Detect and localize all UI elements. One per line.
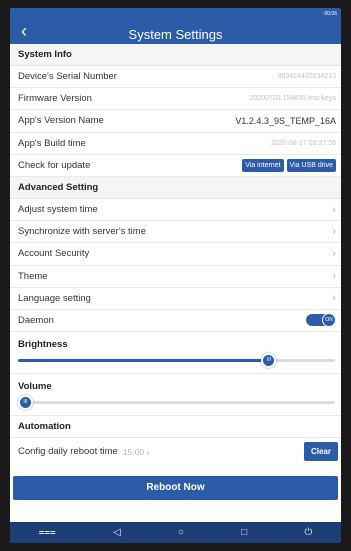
sync-time-label: Synchronize with server's time <box>18 226 146 238</box>
language-label: Language setting <box>18 292 91 304</box>
daemon-label: Daemon <box>18 314 54 326</box>
power-icon[interactable]: ⏻ <box>304 527 312 538</box>
brightness-label: Brightness <box>18 339 68 351</box>
app-version-value: V1.2.4.3_9S_TEMP_16A <box>235 115 336 126</box>
brightness-thumb[interactable]: III <box>261 353 277 369</box>
clear-button[interactable]: Clear <box>303 442 338 462</box>
settings-content: System Info Device's Serial Number 86342… <box>10 44 341 466</box>
chevron-right-icon: › <box>332 270 336 283</box>
via-internet-button[interactable]: Via internet <box>242 158 284 172</box>
firmware-label: Firmware Version <box>18 93 92 105</box>
section-advanced: Advanced Setting <box>10 176 341 199</box>
chevron-right-icon: › <box>332 225 336 238</box>
firmware-value: 20200703.154635 test-keys <box>249 95 336 103</box>
reboot-now-button[interactable]: Reboot Now <box>13 476 338 500</box>
section-system-info: System Info <box>10 44 341 66</box>
theme-row[interactable]: Theme › <box>10 266 341 288</box>
app-version-row: App's Version Name V1.2.4.3_9S_TEMP_16A <box>10 110 341 133</box>
theme-label: Theme <box>18 270 48 282</box>
build-time-label: App's Build time <box>18 137 86 149</box>
account-security-label: Account Security <box>18 248 90 260</box>
page-title: System Settings <box>128 27 223 42</box>
build-time-row: App's Build time 2020-08-17 09:37:56 <box>10 133 341 155</box>
volume-block: Volume III <box>10 374 341 417</box>
via-usb-button[interactable]: Via USB drive <box>286 158 336 172</box>
settings-screen: ◌ 00:06 ‹ System Settings System Info De… <box>10 8 341 543</box>
section-automation: Automation <box>10 416 341 439</box>
chevron-right-icon: › <box>332 247 336 260</box>
reboot-time-value[interactable]: 15:00 › <box>123 447 149 457</box>
status-time: 00:06 <box>324 11 337 17</box>
sync-time-row[interactable]: Synchronize with server's time › <box>10 221 341 244</box>
brightness-fill <box>18 359 269 363</box>
build-time-value: 2020-08-17 09:37:56 <box>271 139 336 147</box>
volume-thumb[interactable]: III <box>18 395 33 411</box>
brightness-slider[interactable]: III <box>18 353 335 369</box>
serial-number-value: 863424400234210 <box>277 73 336 81</box>
volume-label: Volume <box>18 381 52 393</box>
top-bar: ◌ 00:06 ‹ System Settings <box>10 8 341 44</box>
chevron-right-icon: › <box>332 203 336 216</box>
language-row[interactable]: Language setting › <box>10 288 341 310</box>
serial-number-row: Device's Serial Number 863424400234210 <box>10 66 341 89</box>
back-nav-icon[interactable]: ◁ <box>113 527 121 538</box>
toggle-knob: ON <box>322 313 336 328</box>
account-security-row[interactable]: Account Security › <box>10 243 341 266</box>
daemon-row: Daemon ON <box>10 310 341 333</box>
recent-apps-icon[interactable]: □ <box>241 527 247 538</box>
firmware-row: Firmware Version 20200703.154635 test-ke… <box>10 88 341 111</box>
menu-icon[interactable]: ⩶ <box>39 527 56 538</box>
reboot-time-label: Config daily reboot time <box>18 446 118 458</box>
brightness-block: Brightness III <box>10 332 341 375</box>
volume-slider[interactable]: III <box>18 395 335 411</box>
navigation-bar: ⩶ ◁ ○ □ ⏻ <box>10 522 341 543</box>
daemon-toggle[interactable]: ON <box>306 313 336 328</box>
adjust-time-row[interactable]: Adjust system time › <box>10 199 341 222</box>
home-icon[interactable]: ○ <box>178 527 184 538</box>
serial-number-label: Device's Serial Number <box>18 71 117 83</box>
check-update-row: Check for update Via internet Via USB dr… <box>10 155 341 177</box>
check-update-label: Check for update <box>18 159 91 171</box>
reboot-time-row: Config daily reboot time 15:00 › Clear <box>10 438 341 466</box>
chevron-right-icon: › <box>332 292 336 305</box>
adjust-time-label: Adjust system time <box>18 204 98 216</box>
app-version-label: App's Version Name <box>18 115 104 127</box>
